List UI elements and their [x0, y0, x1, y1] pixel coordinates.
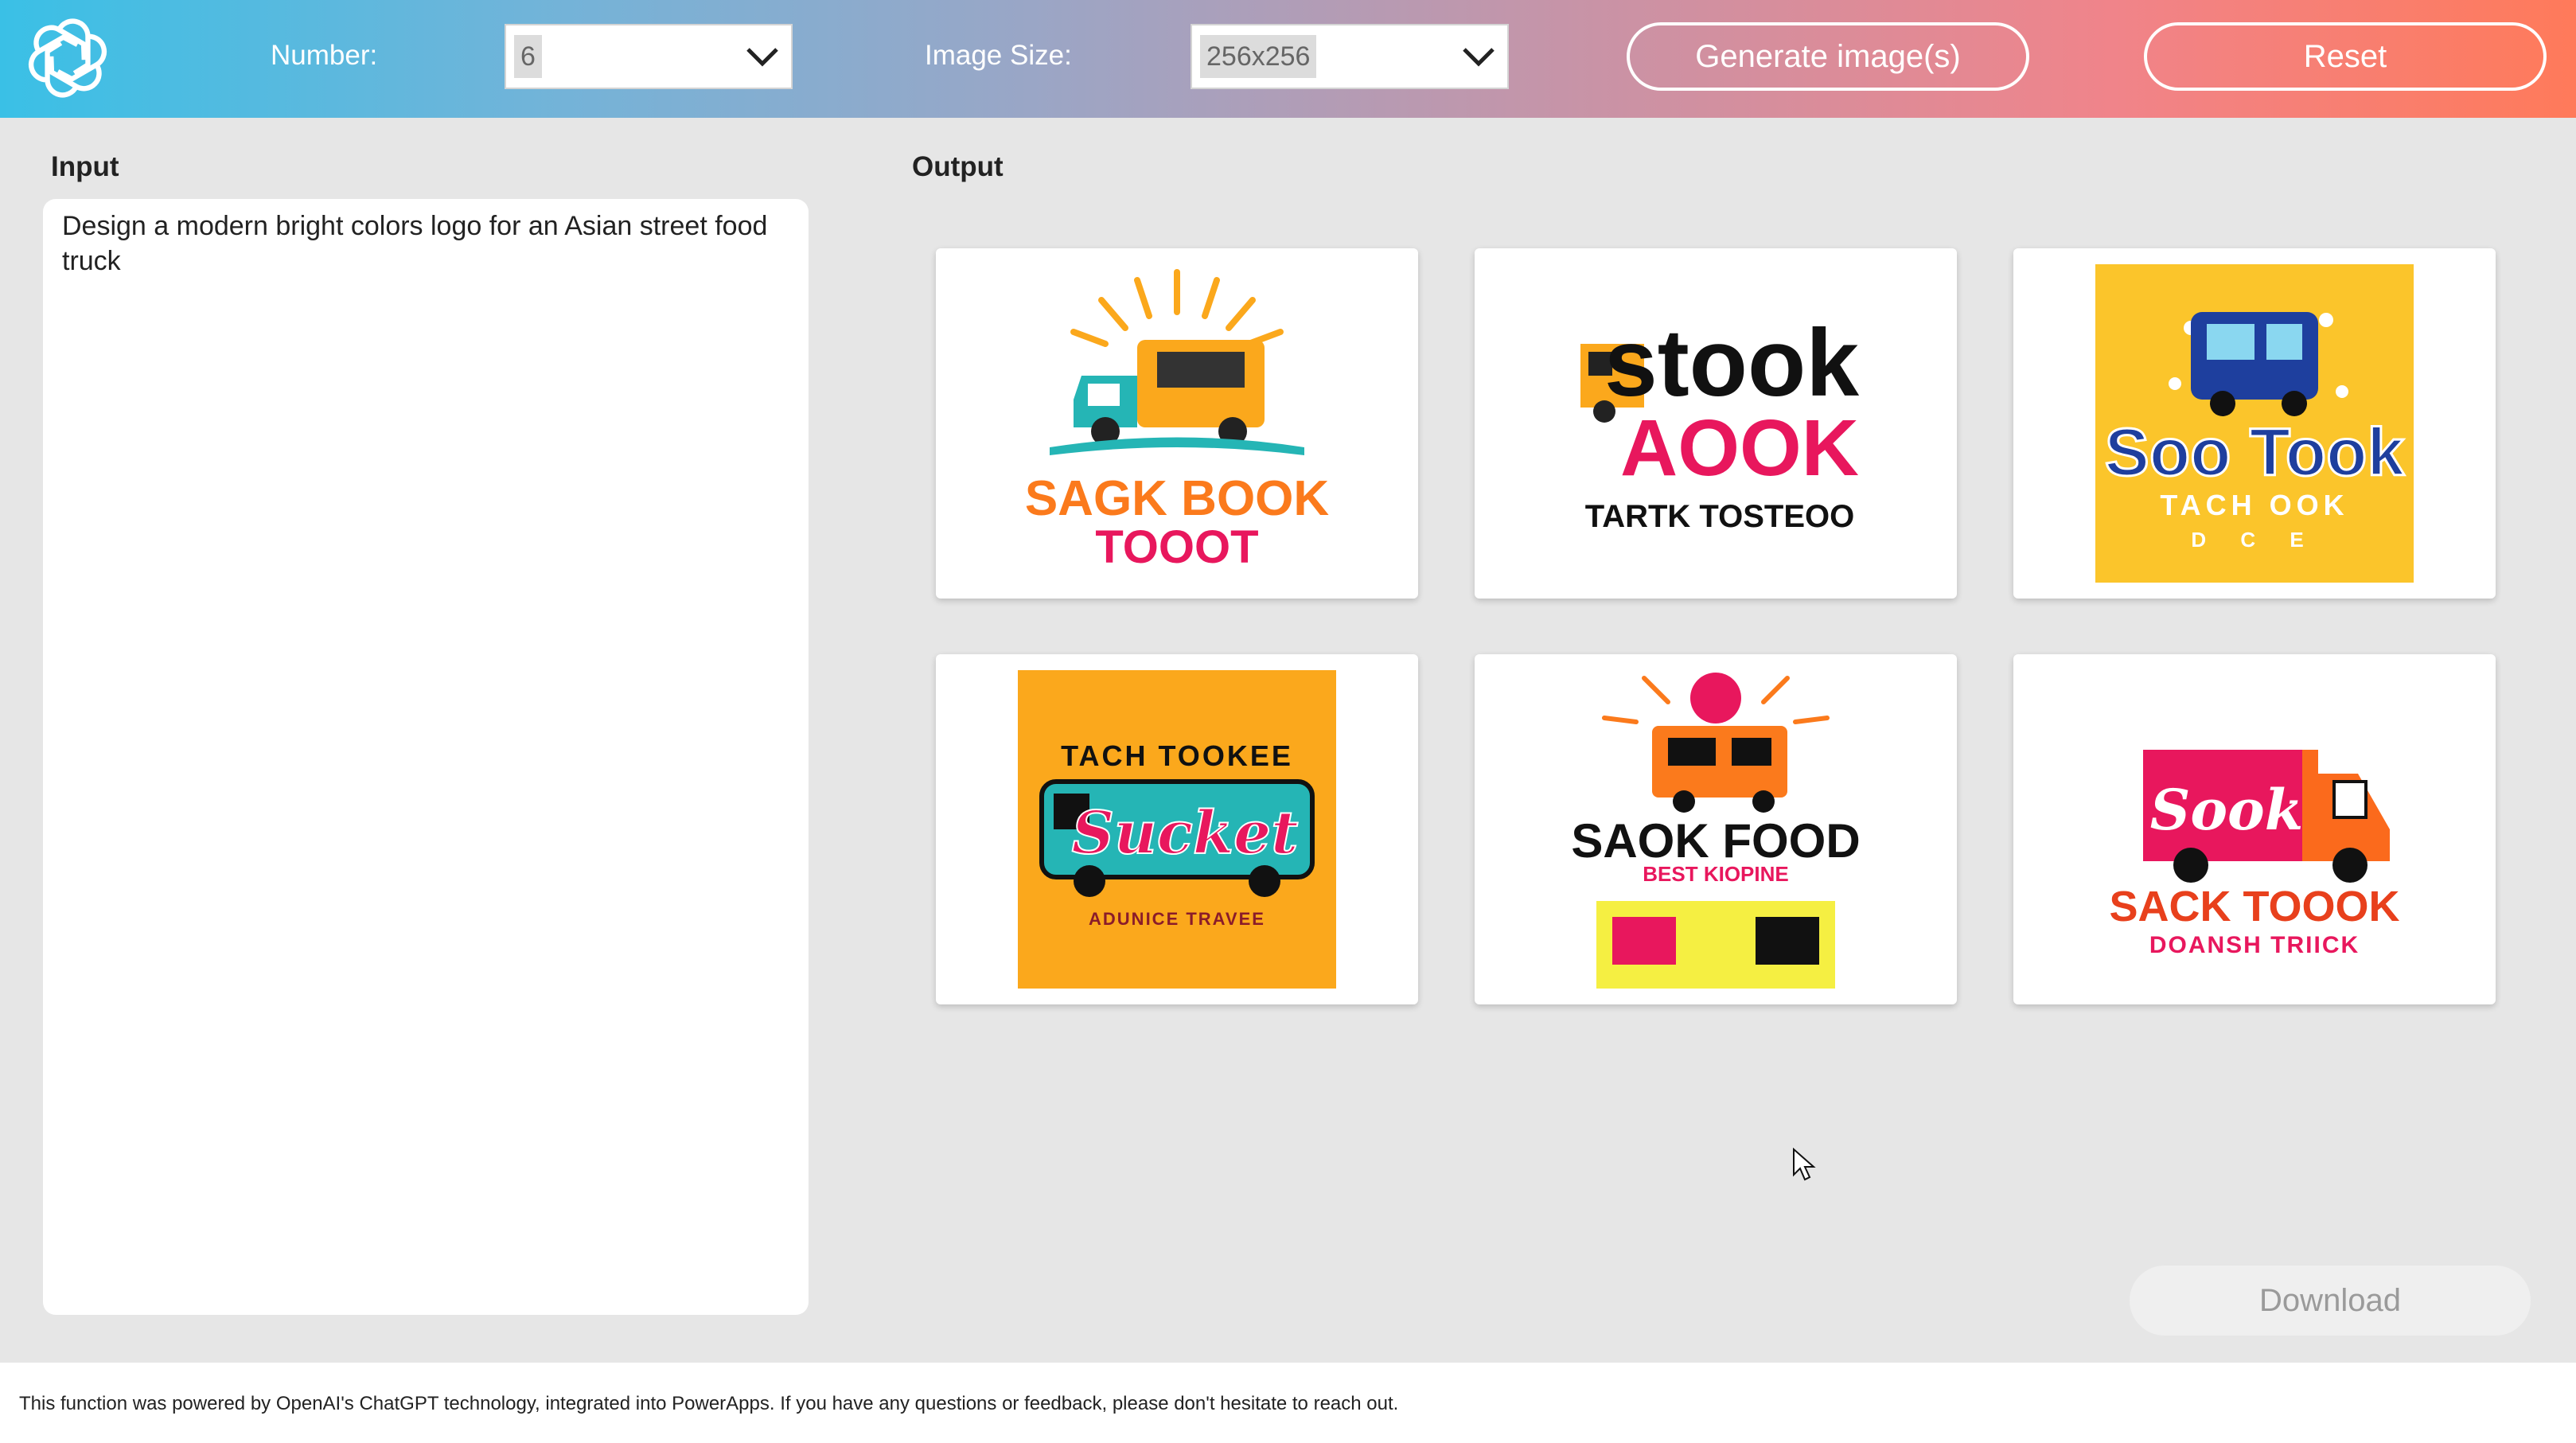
input-label: Input [51, 151, 119, 182]
logo-tagline: D C E [2191, 528, 2317, 552]
mouse-cursor-icon [1793, 1148, 1816, 1181]
output-label: Output [912, 151, 1004, 182]
output-image-6[interactable]: Sook SACK TOOOK DOANSH TRIICK [2013, 654, 2496, 1004]
footer-text: This function was powered by OpenAI's Ch… [19, 1393, 1399, 1414]
output-image-5[interactable]: SAOK FOOD BEST KIOPINE [1475, 654, 1957, 1004]
download-button[interactable]: Download [2130, 1266, 2531, 1336]
logo-subtitle: TOOOT [1095, 521, 1258, 573]
logo-subtitle: AOOK [1620, 404, 1859, 493]
image-size-dropdown[interactable]: 256x256 [1191, 24, 1509, 89]
chevron-down-icon [1463, 48, 1495, 67]
footer: This function was powered by OpenAI's Ch… [0, 1363, 2576, 1443]
output-image-2[interactable]: stook AOOK TARTK TOSTEOO [1475, 248, 1957, 599]
output-image-4[interactable]: TACH TOOKEE Sucket ADUNICE TRAVEE [936, 654, 1418, 1004]
number-dropdown[interactable]: 6 [505, 24, 793, 89]
logo-title: stook [1604, 310, 1859, 416]
image-size-label: Image Size: [925, 40, 1072, 71]
logo-subtitle: TACH OOK [2160, 489, 2348, 521]
food-truck-logo-image: stook AOOK TARTK TOSTEOO [1580, 310, 1859, 534]
app-header: Number: 6 Image Size: 256x256 Generate i… [0, 0, 2576, 118]
generate-images-button[interactable]: Generate image(s) [1627, 22, 2029, 91]
number-value: 6 [514, 35, 542, 78]
output-image-3[interactable]: Soo Took TACH OOK D C E [2013, 248, 2496, 599]
prompt-textarea[interactable]: Design a modern bright colors logo for a… [43, 199, 809, 1315]
logo-title: Soo Took [2105, 415, 2405, 489]
openai-logo-icon [28, 18, 107, 98]
food-truck-logo-image: TACH TOOKEE Sucket ADUNICE TRAVEE [1018, 670, 1336, 989]
number-label: Number: [271, 40, 378, 71]
reset-button[interactable]: Reset [2144, 22, 2547, 91]
logo-tagline: TARTK TOSTEOO [1585, 499, 1855, 534]
logo-title: Sook [2150, 777, 2303, 843]
food-truck-logo-image: SAOK FOOD BEST KIOPINE [1571, 673, 1861, 989]
logo-title: SAOK FOOD [1571, 814, 1860, 868]
logo-title: TACH TOOKEE [1061, 739, 1293, 772]
food-truck-logo-image: SAGK BOOK TOOOT [1025, 269, 1330, 573]
image-size-value: 256x256 [1200, 35, 1317, 78]
chevron-down-icon [746, 48, 778, 67]
logo-subtitle: SACK TOOOK [2109, 883, 2399, 930]
output-image-1[interactable]: SAGK BOOK TOOOT [936, 248, 1418, 599]
logo-subtitle: BEST KIOPINE [1643, 862, 1788, 886]
logo-subtitle: Sucket [1072, 799, 1299, 868]
prompt-text: Design a modern bright colors logo for a… [62, 211, 768, 276]
food-truck-logo-image: Sook SACK TOOOK DOANSH TRIICK [2109, 750, 2400, 958]
food-truck-logo-image: Soo Took TACH OOK D C E [2095, 264, 2414, 583]
logo-tagline: DOANSH TRIICK [2149, 932, 2360, 958]
logo-tagline: ADUNICE TRAVEE [1089, 909, 1265, 929]
logo-title: SAGK BOOK [1025, 471, 1330, 526]
